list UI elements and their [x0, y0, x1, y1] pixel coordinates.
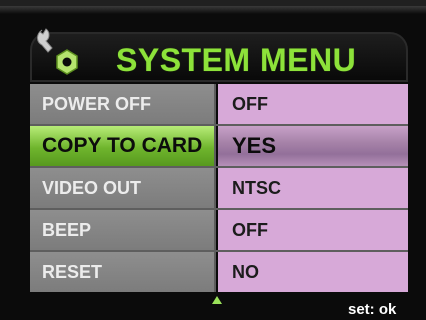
- menu-row-value[interactable]: YES: [218, 126, 408, 166]
- wrench-nut-icon: [37, 28, 78, 75]
- menu-row-value[interactable]: OFF: [218, 210, 408, 250]
- camera-screen: SYSTEM MENU POWER OFF OFF COPY TO CARD Y…: [0, 0, 426, 320]
- menu-row-label: POWER OFF: [30, 84, 216, 124]
- menu-row-reset[interactable]: RESET NO: [30, 252, 408, 292]
- menu-row-video-out[interactable]: VIDEO OUT NTSC: [30, 168, 408, 208]
- page-title: SYSTEM MENU: [116, 42, 357, 78]
- menu-row-value[interactable]: NTSC: [218, 168, 408, 208]
- menu-row-label: VIDEO OUT: [30, 168, 216, 208]
- menu-row-label: COPY TO CARD: [30, 126, 216, 166]
- menu-row-beep[interactable]: BEEP OFF: [30, 210, 408, 250]
- menu-row-value[interactable]: NO: [218, 252, 408, 292]
- set-ok-hint: set: ok: [348, 301, 397, 318]
- menu-row-copy-to-card[interactable]: COPY TO CARD YES: [30, 126, 408, 166]
- up-arrow-icon: [212, 296, 222, 304]
- menu-row-label: RESET: [30, 252, 216, 292]
- menu-row-value[interactable]: OFF: [218, 84, 408, 124]
- menu-row-label: BEEP: [30, 210, 216, 250]
- menu-row-power-off[interactable]: POWER OFF OFF: [30, 84, 408, 124]
